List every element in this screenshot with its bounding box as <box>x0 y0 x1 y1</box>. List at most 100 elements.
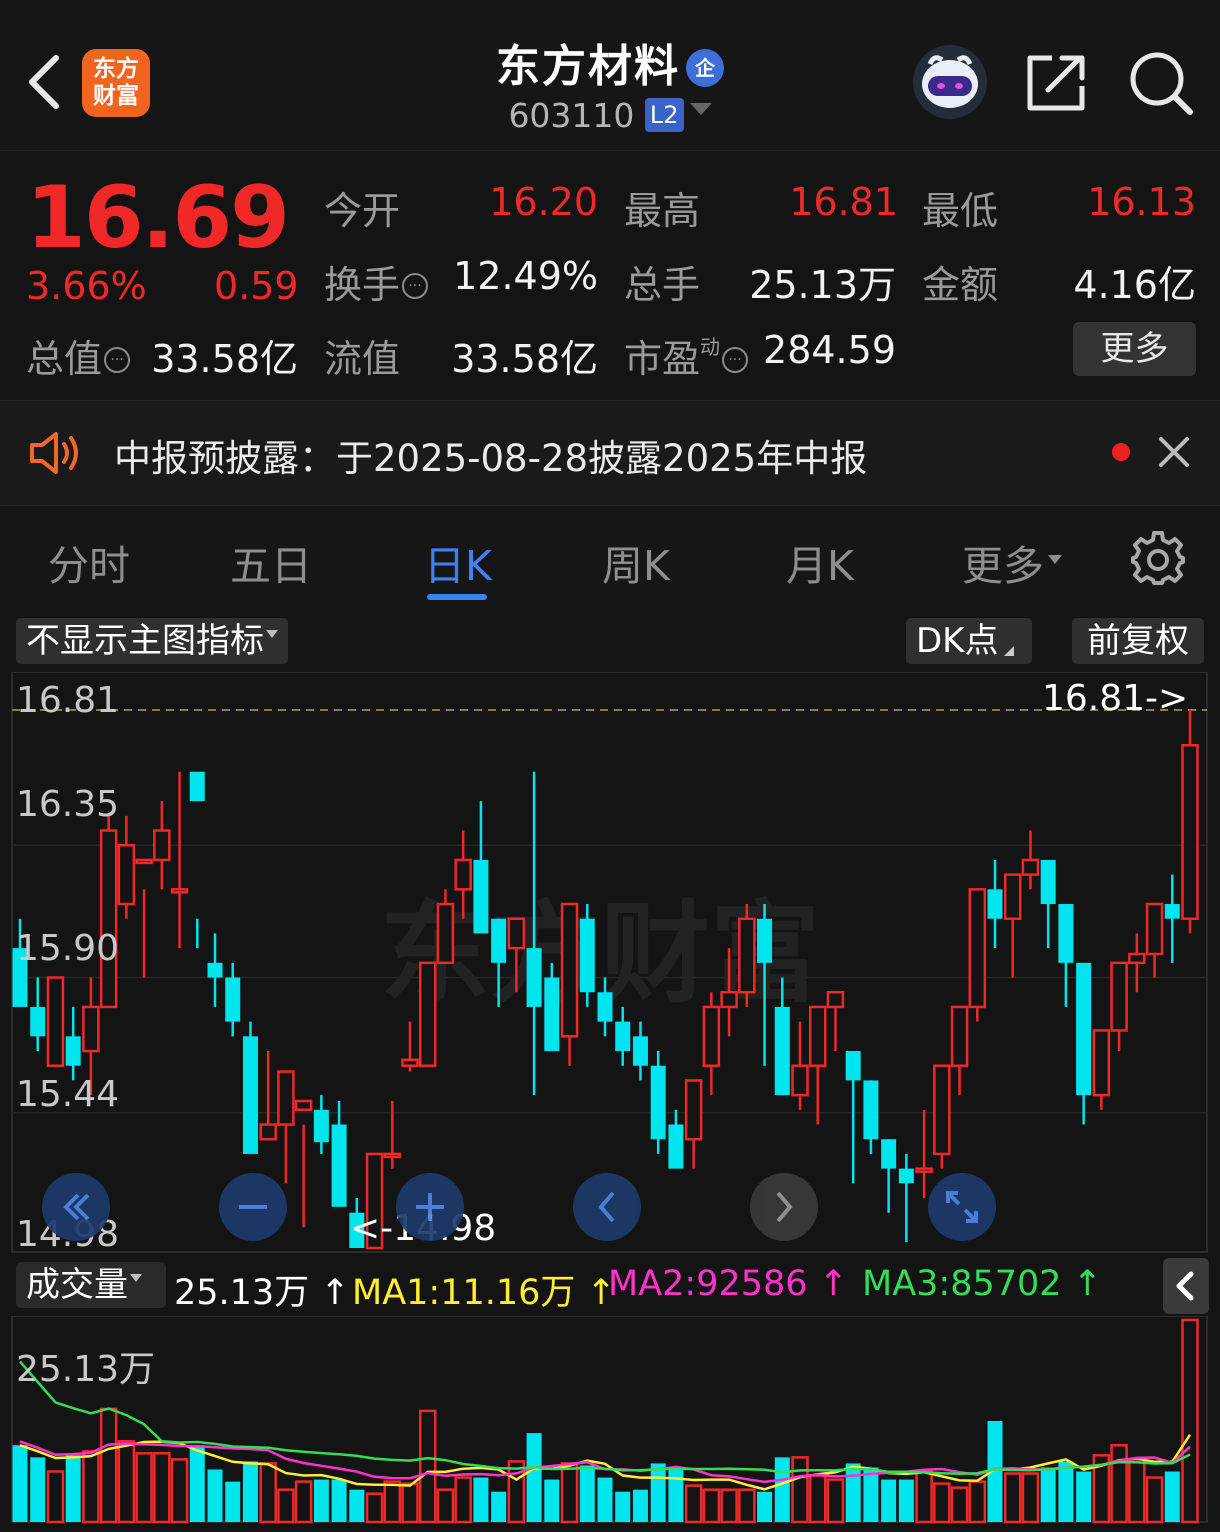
volume-bar <box>46 1470 65 1524</box>
high-price-marker: 16.81-> <box>1042 678 1189 719</box>
volume-max-label: 25.13万 <box>16 1349 156 1390</box>
search-icon[interactable] <box>1128 50 1194 116</box>
amount-value: 4.16亿 <box>1073 263 1196 307</box>
volume-value: 25.13万 <box>749 263 896 307</box>
volume-bar <box>1164 1471 1180 1522</box>
candle-body <box>46 976 65 1067</box>
volume-ma1: MA1:11.16万 ↑ <box>352 1273 616 1313</box>
scroll-right-button[interactable] <box>750 1173 818 1241</box>
zoom-out-button[interactable] <box>219 1173 287 1241</box>
open-value: 16.20 <box>489 180 598 224</box>
dk-point-button[interactable]: DK点 <box>906 618 1032 664</box>
candle-body <box>82 1005 100 1053</box>
market-cap-value: 33.58亿 <box>151 337 298 381</box>
zoom-in-button[interactable] <box>396 1173 464 1241</box>
candle-body <box>1040 859 1056 905</box>
candle-body <box>507 917 526 950</box>
volume-ma3: MA3:85702 ↑ <box>862 1264 1103 1304</box>
close-icon[interactable] <box>1158 436 1190 468</box>
indicator-selector[interactable]: 不显示主图指标 <box>16 618 288 664</box>
stock-code-selector[interactable]: 603110 L2 <box>360 96 860 135</box>
assistant-robot-icon[interactable] <box>912 44 988 120</box>
volume-bar <box>1145 1476 1164 1524</box>
minus-icon <box>239 1205 267 1209</box>
candle-body <box>933 1064 951 1156</box>
volume-bar <box>845 1463 861 1522</box>
last-price: 16.69 <box>26 168 290 268</box>
candle-body <box>702 1005 721 1067</box>
volume-bar <box>331 1479 347 1522</box>
volume-bar <box>65 1455 81 1522</box>
candle-body <box>331 1124 347 1207</box>
share-icon[interactable] <box>1026 52 1088 112</box>
adjust-selector[interactable]: 前复权 <box>1072 618 1204 664</box>
volume-bar <box>225 1481 241 1522</box>
candle-body <box>579 918 595 993</box>
volume-label: 总手 <box>624 263 701 307</box>
volume-bar <box>808 1474 827 1524</box>
candle-body <box>881 1139 897 1169</box>
volume-bar <box>30 1457 46 1522</box>
market-cap-label[interactable]: 总值 ··· <box>26 328 131 383</box>
candle-body <box>757 918 773 963</box>
high-value: 16.81 <box>789 180 898 224</box>
candle-body <box>1092 1029 1111 1097</box>
tab-weekly-k[interactable]: 周K <box>602 532 670 592</box>
scroll-left-fast-button[interactable] <box>42 1173 110 1241</box>
fullscreen-button[interactable] <box>928 1173 996 1241</box>
candle-body <box>225 977 241 1022</box>
volume-bar <box>968 1480 987 1524</box>
pe-label[interactable]: 市盈动··· <box>624 328 749 383</box>
candle-body <box>117 843 136 906</box>
tab-monthly-k[interactable]: 月K <box>786 532 854 592</box>
candle-body <box>808 1005 827 1067</box>
stock-name[interactable]: 东方材料企 <box>360 30 860 94</box>
more-quote-button[interactable]: 更多 <box>1073 322 1196 376</box>
volume-bar <box>615 1491 631 1522</box>
volume-bar <box>99 1407 118 1524</box>
turnover-label[interactable]: 换手 ··· <box>324 254 429 309</box>
tab-five-day[interactable]: 五日 <box>230 532 312 592</box>
candle-body <box>135 858 153 865</box>
candle-body <box>170 888 189 894</box>
back-arrow-icon[interactable] <box>22 52 68 112</box>
high-label: 最高 <box>624 189 701 233</box>
volume-bar <box>791 1456 809 1524</box>
candle-body <box>845 1051 861 1081</box>
candlestick-chart[interactable]: 东方财富 <box>0 672 1220 1254</box>
settings-gear-icon[interactable] <box>1130 530 1186 586</box>
volume-bar <box>1181 1318 1199 1524</box>
app-logo[interactable]: 东方 财富 <box>82 49 150 117</box>
candle-body <box>1021 858 1040 876</box>
volume-bar <box>1110 1443 1128 1524</box>
volume-bar <box>294 1480 313 1524</box>
volume-bar <box>757 1491 773 1522</box>
volume-bar <box>597 1477 613 1522</box>
change-percent: 3.66% <box>26 264 147 308</box>
candle-body <box>968 888 987 1009</box>
candle-body <box>401 1058 419 1067</box>
candle-body <box>1110 961 1128 1032</box>
volume-bar <box>153 1452 171 1524</box>
scroll-left-button[interactable] <box>573 1173 641 1241</box>
tab-daily-k[interactable]: 日K <box>424 532 492 592</box>
candle-body <box>418 961 437 1067</box>
tab-more[interactable]: 更多 <box>962 532 1062 592</box>
amount-label: 金额 <box>922 263 999 307</box>
volume-bar <box>898 1479 914 1522</box>
volume-chart[interactable] <box>0 1316 1220 1526</box>
collapse-panel-button[interactable] <box>1163 1258 1209 1314</box>
volume-bar <box>277 1488 295 1524</box>
candle-body <box>720 990 738 1009</box>
volume-indicator-selector[interactable]: 成交量 <box>16 1262 166 1308</box>
tab-intraday[interactable]: 分时 <box>48 532 130 592</box>
y-tick-label: 16.81 <box>16 680 120 721</box>
info-icon: ··· <box>104 347 131 373</box>
candle-body <box>668 1124 684 1169</box>
level2-badge: L2 <box>644 98 684 132</box>
candle-body <box>383 1152 402 1159</box>
y-tick-label: 15.44 <box>16 1074 120 1115</box>
volume-bar <box>684 1484 703 1524</box>
notice-text[interactable]: 中报预披露：于2025-08-28披露2025年中报 <box>114 428 867 482</box>
volume-bar <box>1058 1461 1074 1522</box>
